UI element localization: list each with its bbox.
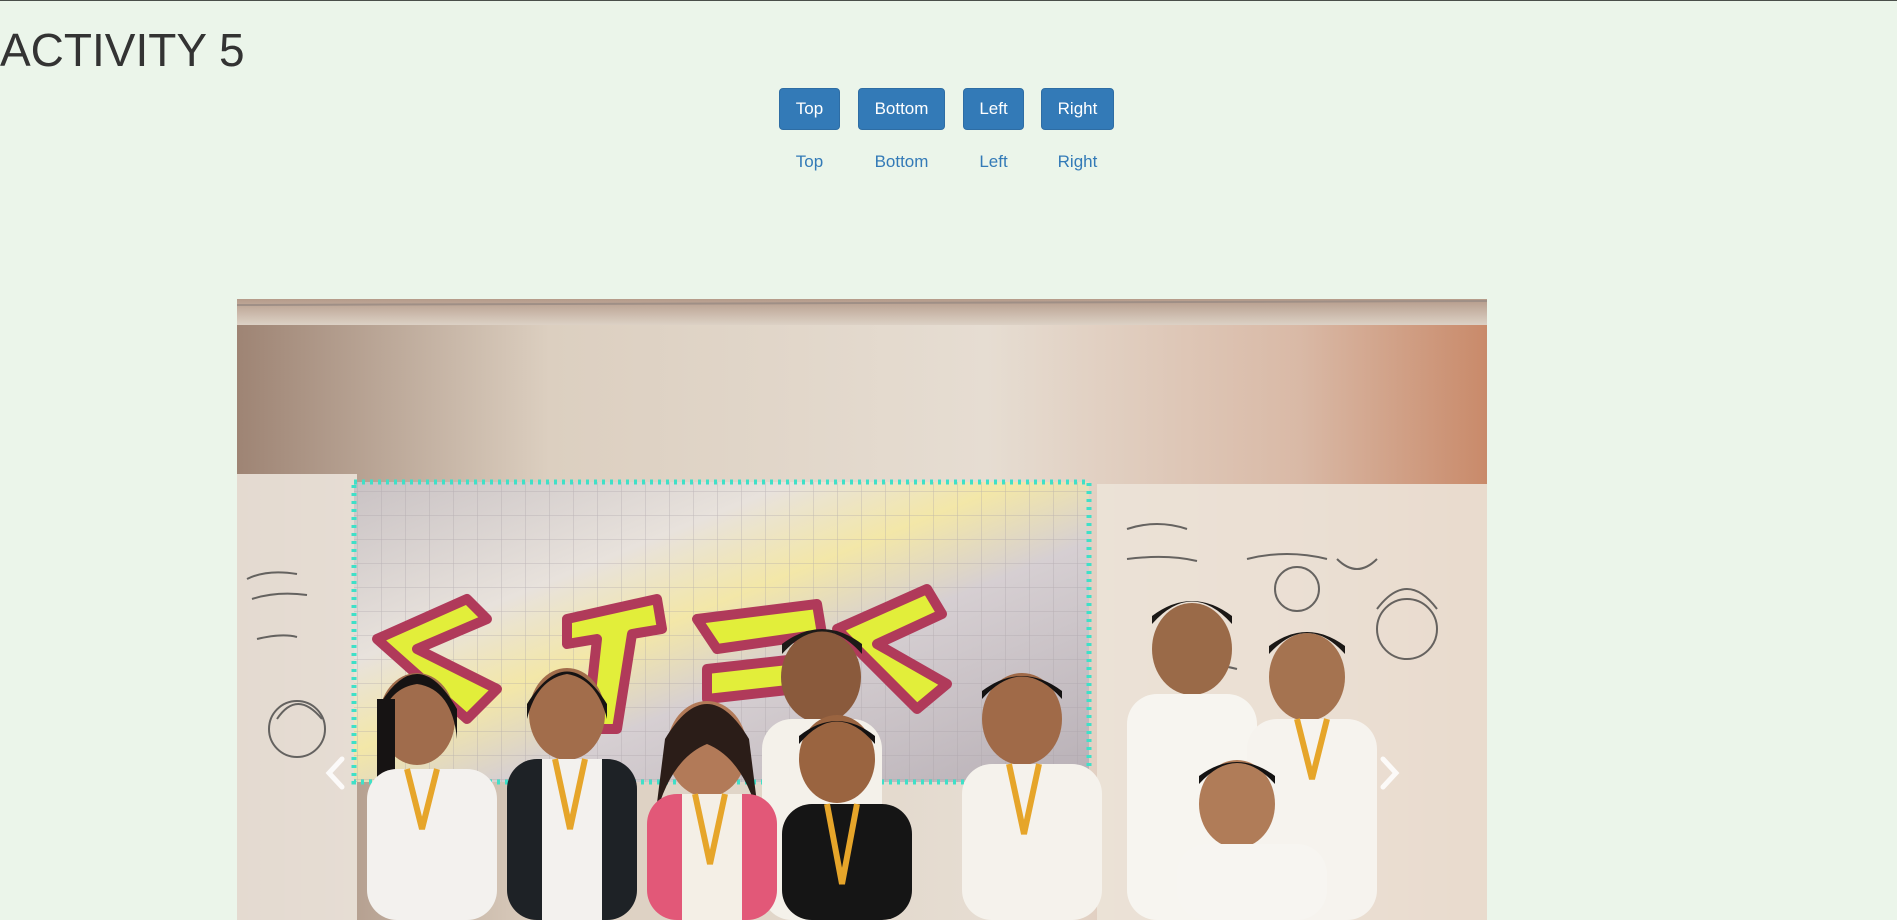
- chevron-left-icon: [325, 756, 345, 790]
- right-tooltip-link[interactable]: Right: [1041, 152, 1114, 172]
- carousel-next-button[interactable]: [1370, 753, 1410, 793]
- tooltip-button-row: Top Bottom Left Right: [779, 88, 1114, 130]
- left-tooltip-button[interactable]: Left: [963, 88, 1024, 130]
- chevron-right-icon: [1380, 756, 1400, 790]
- bottom-tooltip-link[interactable]: Bottom: [858, 152, 945, 172]
- image-carousel: [237, 299, 1487, 920]
- carousel-prev-button[interactable]: [315, 753, 355, 793]
- right-tooltip-button[interactable]: Right: [1041, 88, 1114, 130]
- tooltip-link-row: Top Bottom Left Right: [779, 152, 1114, 172]
- carousel-slide: [237, 299, 1487, 920]
- group-photo-image: [237, 299, 1487, 920]
- left-tooltip-link[interactable]: Left: [963, 152, 1024, 172]
- top-tooltip-button[interactable]: Top: [779, 88, 840, 130]
- bottom-tooltip-button[interactable]: Bottom: [858, 88, 945, 130]
- page-title: ACTIVITY 5: [0, 24, 245, 76]
- top-tooltip-link[interactable]: Top: [779, 152, 840, 172]
